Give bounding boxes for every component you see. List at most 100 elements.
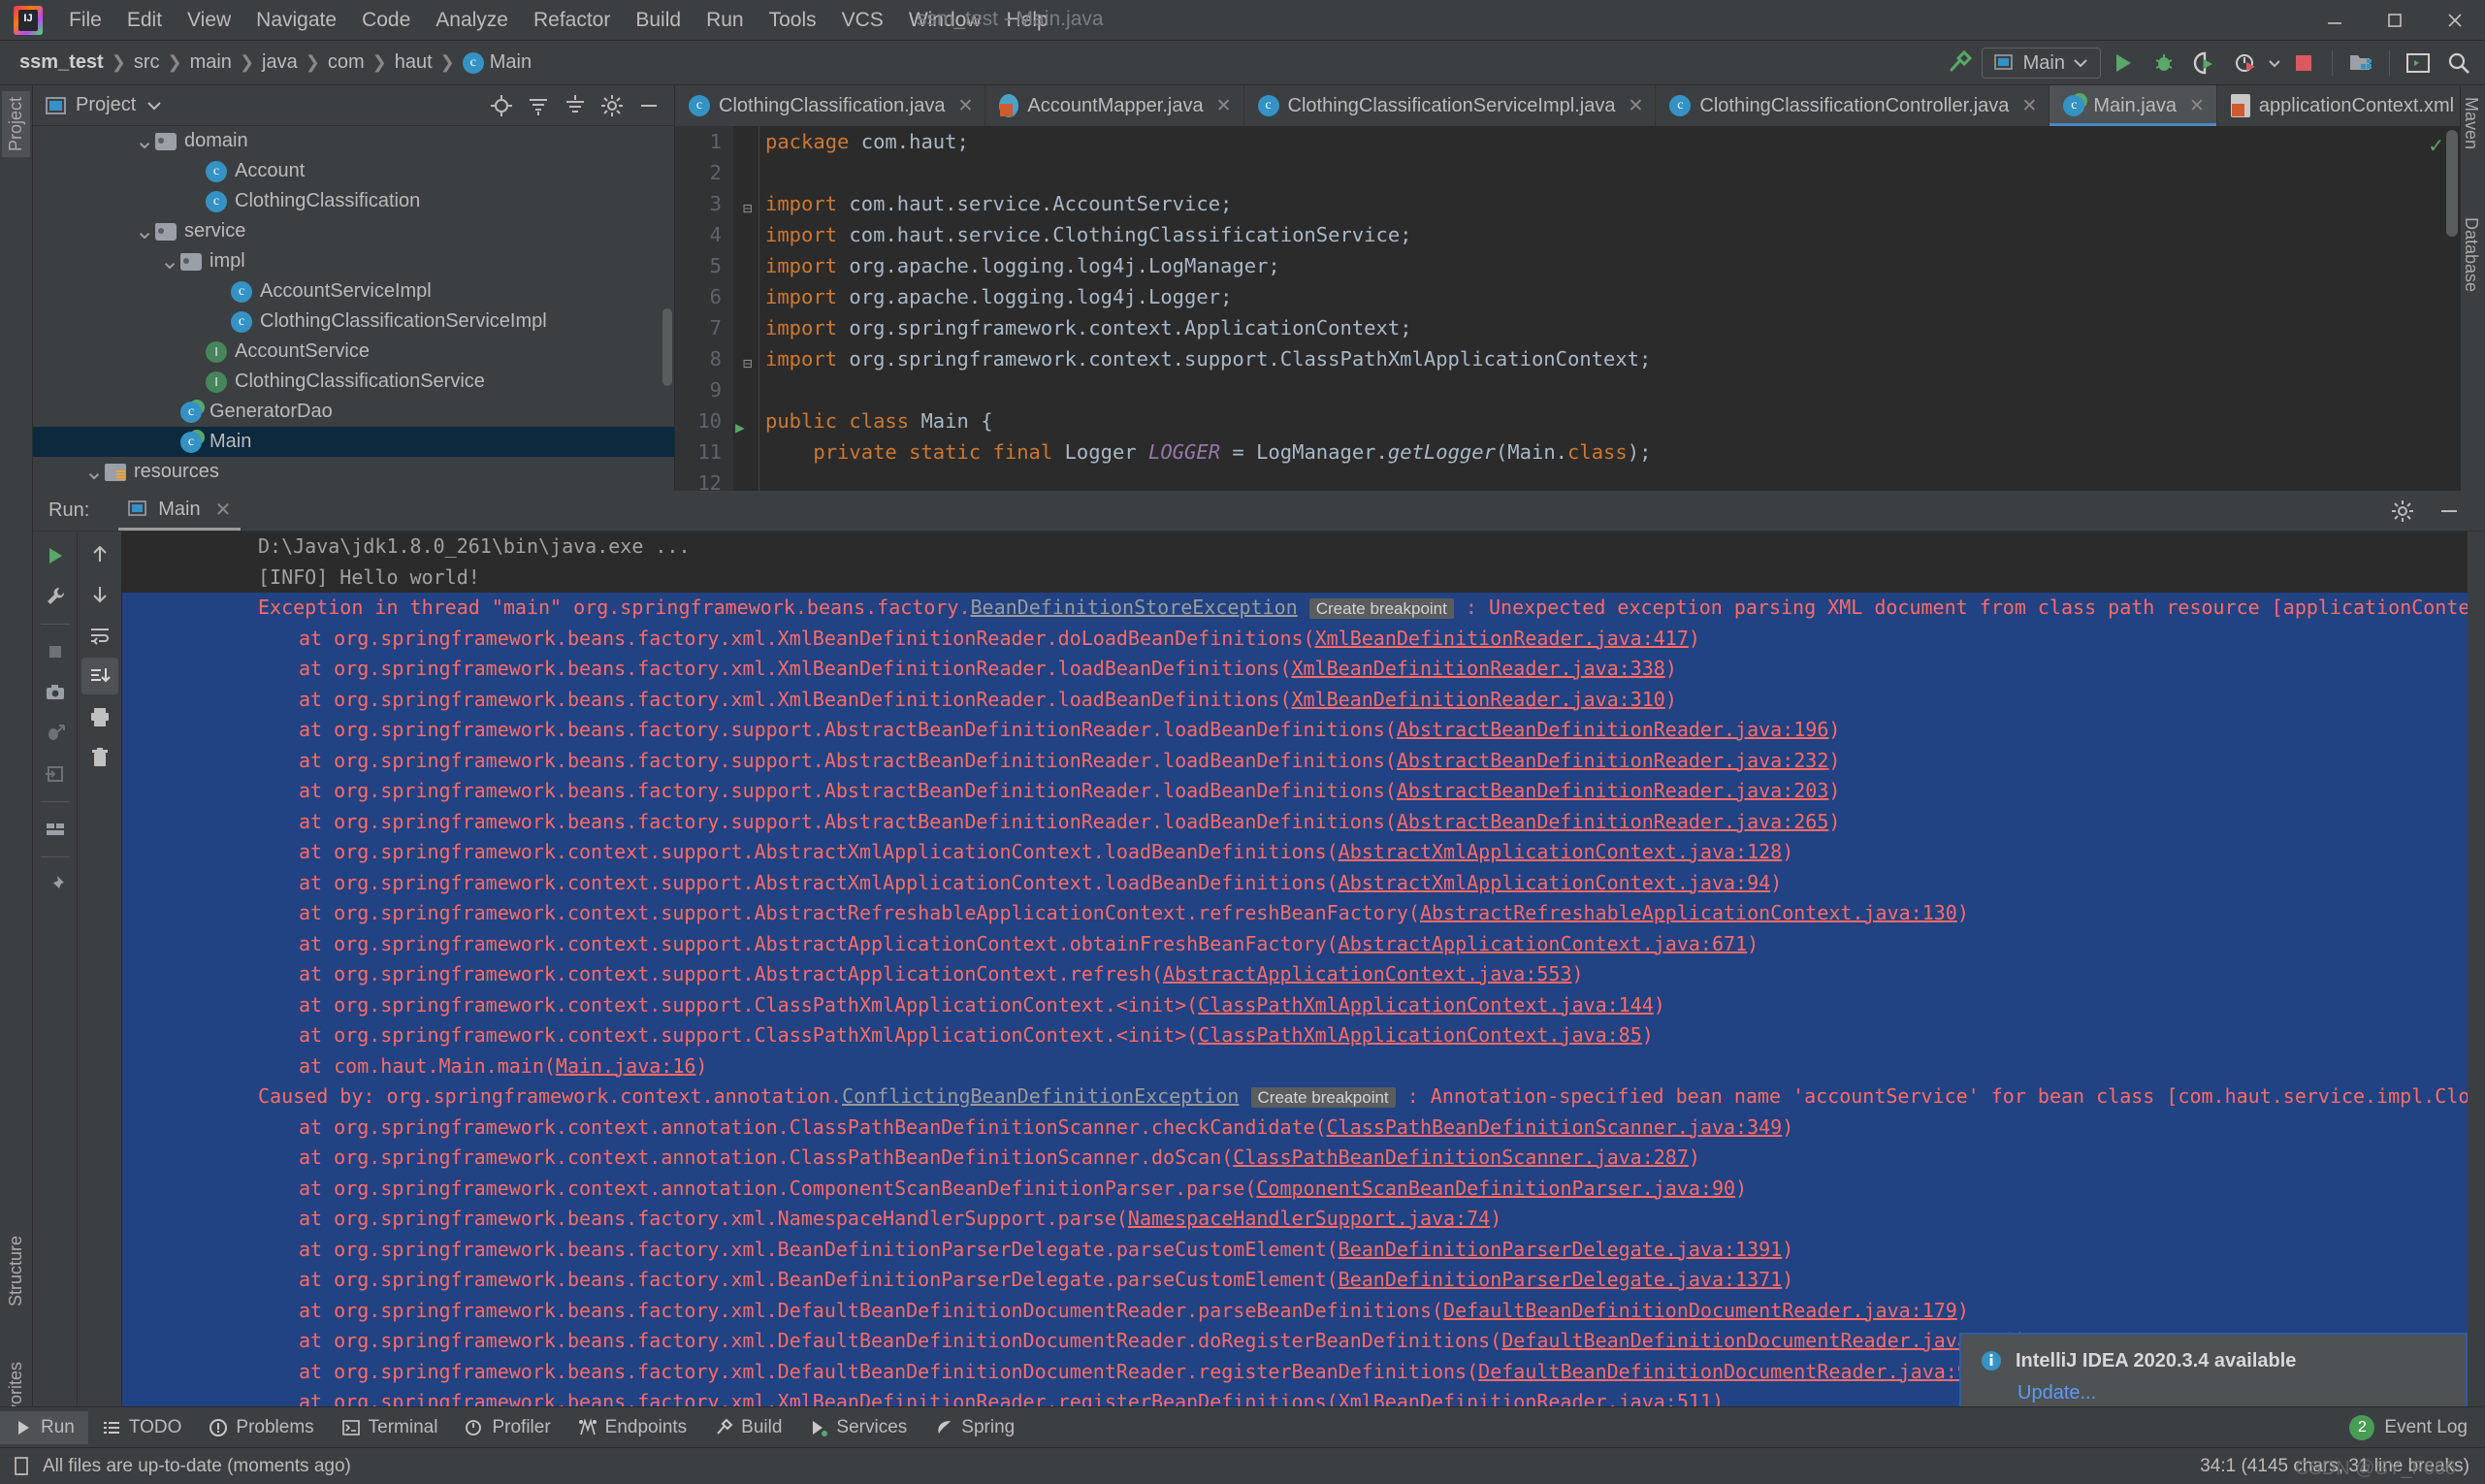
console-line[interactable]: at com.haut.Main.main(Main.java:16) (122, 1050, 2485, 1081)
stacktrace-link[interactable]: ClassPathBeanDefinitionScanner.java:349 (1327, 1115, 1783, 1139)
tool-window-services[interactable]: Services (795, 1411, 920, 1444)
console-line[interactable]: at org.springframework.beans.factory.sup… (122, 715, 2485, 746)
run-settings-gear-icon[interactable] (2384, 493, 2421, 530)
project-tree[interactable]: ⌄ domain c Account c ClothingClassification ⌄ s… (33, 126, 674, 490)
console-line[interactable]: at org.springframework.context.support.C… (122, 1020, 2485, 1051)
maximize-button[interactable] (2365, 0, 2425, 41)
expand-all-icon[interactable] (521, 88, 556, 123)
console-line[interactable]: Caused by: org.springframework.context.a… (122, 1081, 2485, 1113)
console-line[interactable]: at org.springframework.context.support.A… (122, 898, 2485, 929)
close-tab-icon[interactable]: ✕ (1628, 95, 1643, 117)
tree-item-domain[interactable]: ⌄ domain (33, 126, 674, 156)
console-line[interactable]: at org.springframework.context.annotatio… (122, 1112, 2485, 1143)
scroll-to-end-icon[interactable] (81, 658, 118, 694)
close-icon[interactable]: ✕ (215, 498, 232, 522)
tool-window-todo[interactable]: TODO (88, 1411, 196, 1444)
run-with-coverage-button[interactable] (2186, 45, 2223, 81)
stacktrace-link[interactable]: XmlBeanDefinitionReader.java:338 (1292, 657, 1665, 680)
stacktrace-link[interactable]: AbstractXmlApplicationContext.java:94 (1339, 871, 1771, 894)
console-line[interactable]: at org.springframework.beans.factory.sup… (122, 745, 2485, 776)
stop-icon[interactable] (37, 633, 74, 670)
stacktrace-link[interactable]: XmlBeanDefinitionReader.java:310 (1292, 688, 1665, 711)
tree-item-AccountServiceImpl[interactable]: c AccountServiceImpl (33, 276, 674, 306)
terminal-button[interactable] (2400, 45, 2437, 81)
breadcrumb-item-ssm_test[interactable]: ssm_test (14, 49, 110, 76)
close-button[interactable] (2425, 0, 2485, 41)
menu-item-analyze[interactable]: Analyze (423, 6, 521, 35)
stacktrace-link[interactable]: BeanDefinitionParserDelegate.java:1391 (1339, 1238, 1783, 1261)
close-tab-icon[interactable]: ✕ (2021, 95, 2037, 117)
collapse-all-icon[interactable] (558, 88, 593, 123)
tool-window-build[interactable]: Build (700, 1411, 795, 1444)
soft-wrap-icon[interactable] (81, 617, 118, 654)
menu-item-build[interactable]: Build (623, 6, 694, 35)
tree-item-Main[interactable]: c Main (33, 427, 674, 457)
breadcrumb-item-haut[interactable]: haut (389, 49, 438, 76)
tool-window-spring[interactable]: Spring (920, 1411, 1028, 1444)
console-line[interactable]: at org.springframework.context.support.A… (122, 867, 2485, 898)
chevron-down-icon[interactable] (145, 100, 163, 112)
menu-item-view[interactable]: View (175, 6, 243, 35)
sidebar-tab-maven[interactable]: Maven (2458, 91, 2484, 155)
stacktrace-link[interactable]: DefaultBeanDefinitionDocumentReader.java… (1443, 1299, 1957, 1322)
console-line[interactable]: at org.springframework.context.support.A… (122, 959, 2485, 990)
tree-item-ClothingClassificationService[interactable]: I ClothingClassificationService (33, 367, 674, 397)
chevron-down-icon[interactable]: ⌄ (159, 249, 180, 273)
hide-run-panel-icon[interactable] (2431, 493, 2468, 530)
console-line[interactable]: at org.springframework.beans.factory.xml… (122, 1234, 2485, 1265)
chevron-down-icon[interactable]: ⌄ (83, 460, 105, 483)
console-line[interactable]: Exception in thread "main" org.springfra… (122, 593, 2485, 624)
menu-item-run[interactable]: Run (694, 6, 757, 35)
console-line[interactable]: at org.springframework.beans.factory.xml… (122, 654, 2485, 685)
tool-window-terminal[interactable]: Terminal (328, 1411, 452, 1444)
breadcrumb[interactable]: ssm_test ❯ src ❯ main ❯ java ❯ com ❯ haut ❯ c Main (14, 49, 537, 76)
stacktrace-link[interactable]: ComponentScanBeanDefinitionParser.java:9… (1256, 1177, 1735, 1200)
stacktrace-link[interactable]: AbstractApplicationContext.java:671 (1339, 932, 1747, 955)
export-icon[interactable] (37, 756, 74, 792)
stacktrace-link[interactable]: AbstractXmlApplicationContext.java:128 (1339, 840, 1783, 863)
debug-button[interactable] (2146, 45, 2182, 81)
breadcrumb-item-java[interactable]: java (256, 49, 304, 76)
console-line[interactable]: at org.springframework.beans.factory.xml… (122, 623, 2485, 654)
tree-item-service[interactable]: ⌄ service (33, 216, 674, 246)
exception-class-link[interactable]: BeanDefinitionStoreException (971, 596, 1298, 619)
tool-window-endpoints[interactable]: Endpoints (565, 1411, 701, 1444)
console-line[interactable]: at org.springframework.beans.factory.sup… (122, 806, 2485, 837)
sidebar-tab-database[interactable]: Database (2458, 211, 2484, 298)
minimize-button[interactable] (2305, 0, 2365, 41)
console-output[interactable]: D:\Java\jdk1.8.0_261\bin\java.exe ... [IN… (122, 532, 2485, 1418)
breadcrumb-item-main[interactable]: main (184, 49, 238, 76)
editor-scrollbar[interactable] (2446, 130, 2458, 237)
tree-item-Account[interactable]: c Account (33, 156, 674, 186)
menu-item-tools[interactable]: Tools (757, 6, 829, 35)
menu-item-file[interactable]: File (56, 6, 114, 35)
chevron-down-icon[interactable]: ⌄ (134, 129, 155, 152)
code-lines[interactable]: 1 package com.haut; 2 3 ⊟ import com.haut.ser… (675, 126, 2460, 491)
tool-window-bar[interactable]: Run TODO Problems Terminal Profiler Endpoints… (0, 1406, 2485, 1447)
run-tab-main[interactable]: Main ✕ (118, 492, 242, 531)
trash-icon[interactable] (81, 739, 118, 776)
run-configuration-selector[interactable]: Main (1981, 48, 2101, 79)
stacktrace-link[interactable]: DefaultBeanDefinitionDocumentReader.java… (1501, 1329, 2016, 1352)
stacktrace-link[interactable]: XmlBeanDefinitionReader.java:417 (1315, 627, 1689, 650)
stacktrace-link[interactable]: AbstractRefreshableApplicationContext.ja… (1420, 901, 1957, 924)
editor-tab-bar[interactable]: c ClothingClassification.java ✕ AccountMapp… (675, 85, 2460, 126)
console-line[interactable]: at org.springframework.beans.factory.xml… (122, 1204, 2485, 1235)
exception-class-link[interactable]: ConflictingBeanDefinitionException (842, 1084, 1239, 1108)
breadcrumb-item-src[interactable]: src (128, 49, 166, 76)
breadcrumb-item-com[interactable]: com (322, 49, 371, 76)
create-breakpoint-chip[interactable]: Create breakpoint (1250, 1087, 1396, 1108)
editor-tab-Main.java[interactable]: c Main.java ✕ (2049, 85, 2217, 126)
menu-item-edit[interactable]: Edit (114, 6, 175, 35)
breadcrumb-item-Main[interactable]: c Main (457, 49, 537, 76)
editor-tab-ClothingClassificationController.java[interactable]: c ClothingClassificationController.java ✕ (1656, 85, 2050, 126)
settings-wrench-icon[interactable] (37, 578, 74, 615)
project-structure-button[interactable] (2342, 45, 2379, 81)
rerun-icon[interactable] (37, 537, 74, 574)
stacktrace-link[interactable]: ClassPathBeanDefinitionScanner.java:287 (1233, 1145, 1689, 1169)
editor-tab-AccountMapper.java[interactable]: AccountMapper.java ✕ (985, 85, 1244, 126)
menu-item-vcs[interactable]: VCS (829, 6, 896, 35)
editor-tab-applicationContext.xml[interactable]: applicationContext.xml✕ (2217, 85, 2460, 126)
stacktrace-link[interactable]: BeanDefinitionParserDelegate.java:1371 (1339, 1268, 1783, 1291)
console-line[interactable]: at org.springframework.context.support.A… (122, 928, 2485, 959)
